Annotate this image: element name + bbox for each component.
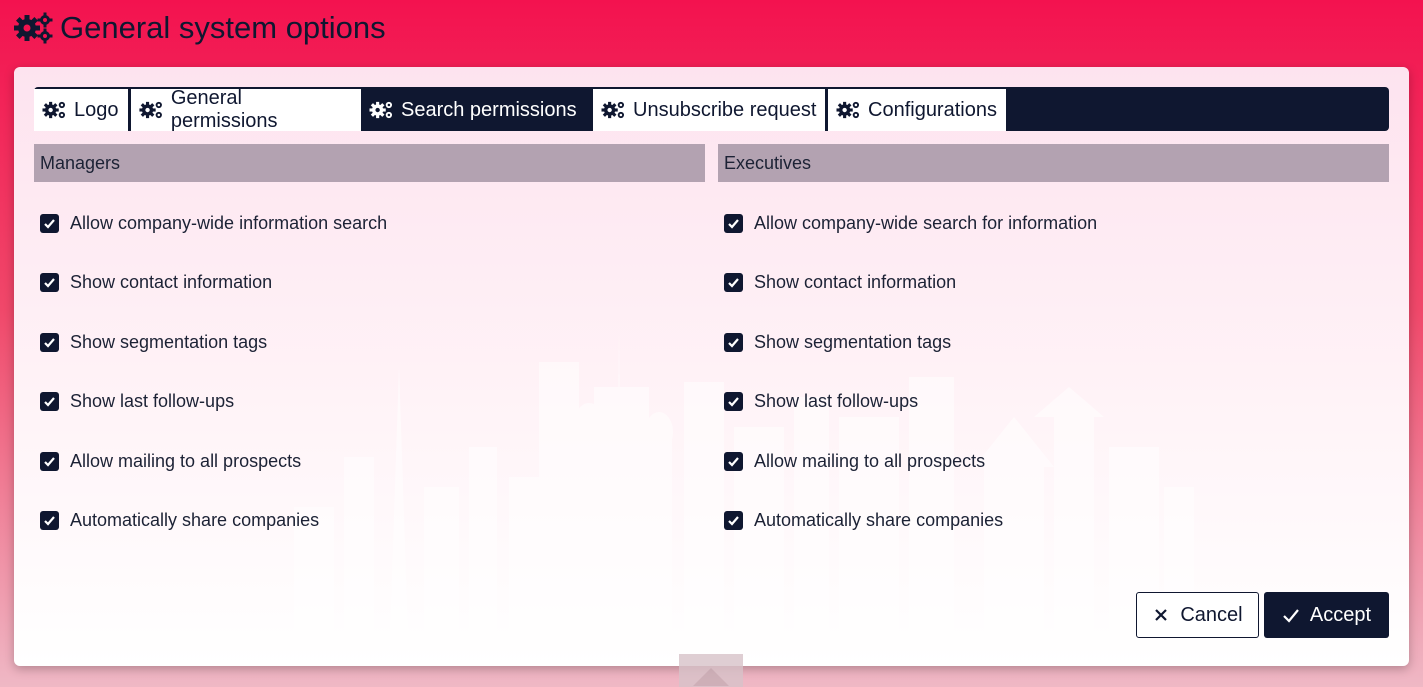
checkbox[interactable] <box>724 272 743 292</box>
tab-search-permissions[interactable]: Search permissions <box>361 89 593 131</box>
cancel-label: Cancel <box>1180 603 1243 626</box>
tab-unsubscribe-request[interactable]: Unsubscribe request <box>593 89 825 131</box>
executive-option-contact-info: Show contact information <box>724 269 956 295</box>
check-icon <box>728 337 739 348</box>
option-label: Allow mailing to all prospects <box>754 450 986 471</box>
accept-label: Accept <box>1309 603 1372 626</box>
managers-title: Managers <box>40 152 121 173</box>
option-label: Show last follow-ups <box>70 390 235 411</box>
check-icon <box>728 218 739 229</box>
page-title: General system options <box>60 10 386 45</box>
check-icon <box>44 277 55 288</box>
checkbox[interactable] <box>724 391 743 411</box>
tab-configurations[interactable]: Configurations <box>828 89 1006 131</box>
manager-option-last-follow-ups: Show last follow-ups <box>40 388 234 414</box>
cancel-button[interactable]: Cancel <box>1136 592 1259 638</box>
managers-header: Managers <box>34 144 705 182</box>
option-label: Show segmentation tags <box>754 331 952 352</box>
tab-label: Configurations <box>868 98 997 121</box>
check-icon <box>44 337 55 348</box>
check-icon <box>728 515 739 526</box>
tab-bar: Logo General permissions Search permissi… <box>34 87 1389 132</box>
checkbox[interactable] <box>40 272 59 292</box>
option-label: Automatically share companies <box>754 509 1004 530</box>
tab-label: Search permissions <box>401 98 577 121</box>
option-label: Show contact information <box>70 271 273 292</box>
option-label: Allow company-wide search for informatio… <box>754 212 1098 233</box>
tab-logo[interactable]: Logo <box>34 89 128 131</box>
option-label: Automatically share companies <box>70 509 320 530</box>
gears-icon <box>139 101 162 119</box>
gears-icon <box>601 101 624 119</box>
check-icon <box>728 396 739 407</box>
check-icon <box>1283 609 1299 623</box>
manager-option-share-companies: Automatically share companies <box>40 507 319 533</box>
option-label: Show last follow-ups <box>754 390 919 411</box>
accept-button[interactable]: Accept <box>1264 592 1389 638</box>
manager-option-mailing: Allow mailing to all prospects <box>40 448 301 474</box>
executive-option-last-follow-ups: Show last follow-ups <box>724 388 918 414</box>
executive-option-share-companies: Automatically share companies <box>724 507 1003 533</box>
gears-icon <box>14 12 53 44</box>
close-icon <box>1155 609 1168 621</box>
check-icon <box>728 456 739 467</box>
option-label: Allow mailing to all prospects <box>70 450 302 471</box>
option-label: Allow company-wide information search <box>70 212 388 233</box>
checkbox[interactable] <box>724 332 743 352</box>
tab-general-permissions[interactable]: General permissions <box>131 87 361 132</box>
gears-icon <box>836 101 859 119</box>
checkbox[interactable] <box>724 213 743 233</box>
option-label: Show segmentation tags <box>70 331 268 352</box>
manager-option-segmentation-tags: Show segmentation tags <box>40 329 267 355</box>
check-icon <box>44 515 55 526</box>
check-icon <box>728 277 739 288</box>
tab-label: Logo <box>74 98 119 121</box>
tab-label: Unsubscribe request <box>633 98 817 121</box>
gears-icon <box>369 101 392 119</box>
checkbox[interactable] <box>40 332 59 352</box>
page-header: General system options <box>14 6 386 50</box>
executive-option-segmentation-tags: Show segmentation tags <box>724 329 951 355</box>
city-skyline-watermark <box>294 327 1194 666</box>
checkbox[interactable] <box>40 213 59 233</box>
manager-option-company-search: Allow company-wide information search <box>40 210 387 236</box>
executive-option-company-search: Allow company-wide search for informatio… <box>724 210 1097 236</box>
scroll-to-top-handle <box>679 654 743 687</box>
executives-header: Executives <box>718 144 1389 182</box>
gears-icon <box>42 101 65 119</box>
executive-option-mailing: Allow mailing to all prospects <box>724 448 985 474</box>
checkbox[interactable] <box>724 510 743 530</box>
checkbox[interactable] <box>724 451 743 471</box>
check-icon <box>44 396 55 407</box>
option-label: Show contact information <box>754 271 957 292</box>
check-icon <box>44 456 55 467</box>
check-icon <box>44 218 55 229</box>
options-panel: Logo General permissions Search permissi… <box>14 67 1409 666</box>
checkbox[interactable] <box>40 451 59 471</box>
tab-label: General permissions <box>170 87 278 132</box>
checkbox[interactable] <box>40 510 59 530</box>
manager-option-contact-info: Show contact information <box>40 269 272 295</box>
checkbox[interactable] <box>40 391 59 411</box>
executives-title: Executives <box>724 152 812 173</box>
